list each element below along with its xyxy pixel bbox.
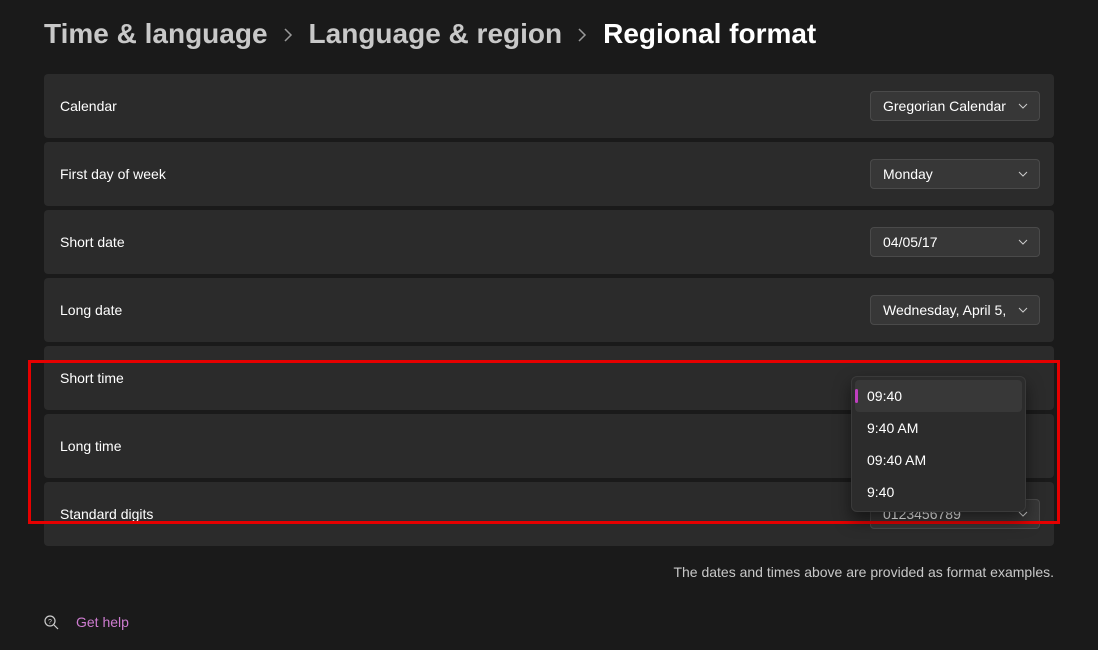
chevron-down-icon xyxy=(1017,168,1029,180)
format-examples-caption: The dates and times above are provided a… xyxy=(0,550,1098,580)
calendar-dropdown[interactable]: Gregorian Calendar xyxy=(870,91,1040,121)
calendar-value: Gregorian Calendar xyxy=(883,98,1006,114)
long-time-label: Long time xyxy=(60,438,121,454)
chevron-down-icon xyxy=(1017,236,1029,248)
short-time-dropdown-menu: 09:40 9:40 AM 09:40 AM 9:40 xyxy=(851,376,1026,512)
chevron-right-icon xyxy=(284,26,293,47)
long-date-value: Wednesday, April 5, xyxy=(883,302,1006,318)
breadcrumb-current: Regional format xyxy=(603,18,816,50)
first-day-label: First day of week xyxy=(60,166,166,182)
setting-row-long-date: Long date Wednesday, April 5, xyxy=(44,278,1054,342)
short-date-value: 04/05/17 xyxy=(883,234,938,250)
breadcrumb-language-region[interactable]: Language & region xyxy=(309,18,563,50)
setting-row-short-date: Short date 04/05/17 xyxy=(44,210,1054,274)
setting-row-first-day: First day of week Monday xyxy=(44,142,1054,206)
short-time-option[interactable]: 9:40 AM xyxy=(855,412,1022,444)
chevron-down-icon xyxy=(1017,304,1029,316)
short-time-label: Short time xyxy=(60,370,124,386)
help-row: ? Get help xyxy=(0,580,1098,630)
breadcrumb-time-language[interactable]: Time & language xyxy=(44,18,268,50)
chevron-down-icon xyxy=(1017,100,1029,112)
long-date-dropdown[interactable]: Wednesday, April 5, xyxy=(870,295,1040,325)
short-time-option[interactable]: 09:40 AM xyxy=(855,444,1022,476)
long-date-label: Long date xyxy=(60,302,122,318)
setting-row-calendar: Calendar Gregorian Calendar xyxy=(44,74,1054,138)
calendar-label: Calendar xyxy=(60,98,117,114)
first-day-value: Monday xyxy=(883,166,933,182)
standard-digits-label: Standard digits xyxy=(60,506,153,522)
breadcrumb: Time & language Language & region Region… xyxy=(0,0,1098,74)
get-help-link[interactable]: Get help xyxy=(76,614,129,630)
first-day-dropdown[interactable]: Monday xyxy=(870,159,1040,189)
help-icon: ? xyxy=(44,614,60,630)
short-date-label: Short date xyxy=(60,234,125,250)
svg-text:?: ? xyxy=(48,619,52,626)
short-time-option[interactable]: 09:40 xyxy=(855,380,1022,412)
chevron-right-icon xyxy=(578,26,587,47)
short-time-option[interactable]: 9:40 xyxy=(855,476,1022,508)
short-date-dropdown[interactable]: 04/05/17 xyxy=(870,227,1040,257)
